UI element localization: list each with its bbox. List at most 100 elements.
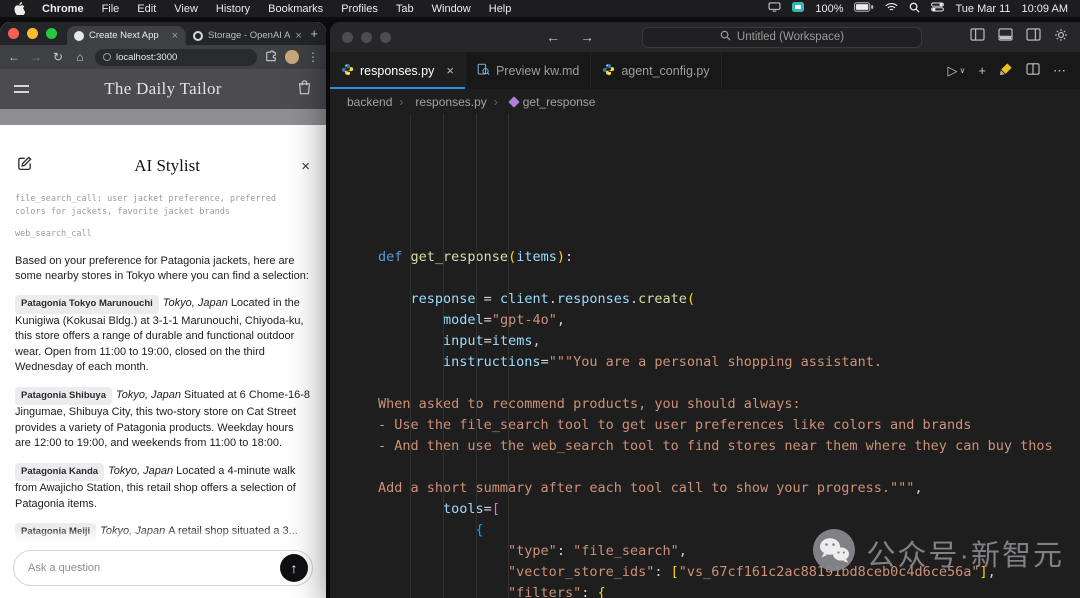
send-button[interactable]: ↑ <box>280 554 308 582</box>
close-window-button[interactable] <box>8 28 19 39</box>
address-bar[interactable]: localhost:3000 <box>95 49 257 66</box>
breadcrumb-symbol[interactable]: get_response <box>487 95 596 109</box>
store-badge[interactable]: Patagonia Tokyo Marunouchi <box>15 295 159 314</box>
zoom-window-button[interactable] <box>46 28 57 39</box>
compose-icon[interactable] <box>16 155 33 177</box>
more-actions-icon[interactable]: ⋯ <box>1053 63 1066 79</box>
tool-call-file-search: file_search_call: user jacket preference… <box>15 193 291 219</box>
extensions-icon[interactable] <box>265 50 277 65</box>
tab-label: responses.py <box>360 64 434 78</box>
dimmed-page-overlay <box>0 109 326 125</box>
gear-icon[interactable] <box>1054 28 1068 47</box>
breadcrumb-label: get_response <box>523 95 596 109</box>
menu-bookmarks[interactable]: Bookmarks <box>259 3 332 15</box>
breadcrumb-folder[interactable]: backend <box>347 95 392 109</box>
new-file-icon[interactable]: + <box>978 63 986 78</box>
apple-menu-icon[interactable] <box>12 2 33 15</box>
menu-help[interactable]: Help <box>480 3 521 15</box>
spotlight-search-icon[interactable] <box>909 2 920 16</box>
site-info-icon[interactable] <box>103 53 111 61</box>
code-area[interactable]: def get_response(items): response = clie… <box>330 114 1080 598</box>
nav-forward-icon[interactable]: → <box>580 29 594 45</box>
watermark-text: 公众号·新智元 <box>866 532 1064 574</box>
ask-question-input[interactable] <box>28 562 280 574</box>
menu-edit[interactable]: Edit <box>128 3 165 15</box>
profile-avatar[interactable] <box>285 50 299 64</box>
symbol-method-icon <box>508 96 519 107</box>
chevron-down-icon[interactable]: ∨ <box>960 66 966 75</box>
menu-profiles[interactable]: Profiles <box>332 3 387 15</box>
store-badge[interactable]: Patagonia Kanda <box>15 463 104 482</box>
openai-favicon <box>193 31 203 41</box>
vscode-titlebar: ← → Untitled (Workspace) <box>330 22 1080 52</box>
window-controls[interactable] <box>8 28 67 39</box>
python-icon <box>602 63 615 79</box>
menu-window[interactable]: Window <box>423 3 480 15</box>
store-recommendation: Patagonia ShibuyaTokyo, JapanSituated at… <box>15 387 311 452</box>
menubar-date[interactable]: Tue Mar 11 <box>955 3 1010 15</box>
site-title: The Daily Tailor <box>29 79 297 99</box>
breadcrumb: backend responses.py get_response <box>330 89 1080 114</box>
store-location: Tokyo, Japan <box>108 465 173 477</box>
menu-view[interactable]: View <box>165 3 207 15</box>
breadcrumb-label: backend <box>347 95 392 109</box>
chrome-menu-icon[interactable]: ⋮ <box>307 50 319 64</box>
back-button[interactable]: ← <box>7 50 21 64</box>
menu-file[interactable]: File <box>93 3 129 15</box>
browser-tab-create-next-app[interactable]: Create Next App × <box>67 26 185 45</box>
nav-back-icon[interactable]: ← <box>546 29 560 45</box>
arrow-up-icon: ↑ <box>291 560 298 576</box>
titlebar-layout-controls <box>970 28 1068 47</box>
forward-button[interactable]: → <box>29 50 43 64</box>
menu-tab[interactable]: Tab <box>387 3 423 15</box>
chrome-tabstrip: Create Next App × Storage - OpenAI A × + <box>0 22 326 45</box>
watermark: 公众号·新智元 <box>813 529 1064 576</box>
reload-button[interactable]: ↻ <box>51 50 65 64</box>
split-editor-icon[interactable] <box>1026 63 1040 78</box>
wifi-icon[interactable] <box>885 2 898 15</box>
store-location: Tokyo, Japan <box>163 297 228 309</box>
display-icon[interactable] <box>768 2 781 15</box>
battery-icon <box>854 2 874 15</box>
toggle-panel-layout-icon[interactable] <box>970 28 985 46</box>
command-center[interactable]: Untitled (Workspace) <box>642 27 922 48</box>
workspace-title: Untitled (Workspace) <box>737 31 844 43</box>
close-icon[interactable]: × <box>446 63 454 78</box>
toggle-secondary-sidebar-icon[interactable] <box>1026 28 1041 46</box>
close-icon[interactable]: × <box>301 158 310 175</box>
site-header: The Daily Tailor <box>0 69 326 109</box>
vscode-window: ← → Untitled (Workspace) responses.py × … <box>330 22 1080 598</box>
menu-history[interactable]: History <box>207 3 259 15</box>
hamburger-menu-icon[interactable] <box>14 85 29 92</box>
wechat-icon <box>813 529 855 576</box>
tab-responses-py[interactable]: responses.py × <box>330 52 466 89</box>
store-badge[interactable]: Patagonia Shibuya <box>15 387 112 406</box>
highlighter-icon[interactable] <box>999 62 1013 79</box>
new-tab-button[interactable]: + <box>302 26 326 41</box>
chat-messages[interactable]: file_search_call: user jacket preference… <box>0 185 326 542</box>
question-input-pill[interactable]: ↑ <box>13 550 313 586</box>
toggle-bottom-panel-icon[interactable] <box>998 28 1013 46</box>
control-center-icon[interactable] <box>931 2 944 15</box>
menu-chrome[interactable]: Chrome <box>33 3 93 15</box>
close-icon[interactable]: × <box>172 30 178 42</box>
search-icon <box>720 30 731 44</box>
tab-agent-config-py[interactable]: agent_config.py <box>591 52 721 89</box>
tab-preview-kw-md[interactable]: Preview kw.md <box>466 52 591 89</box>
breadcrumb-file[interactable]: responses.py <box>392 95 486 109</box>
tab-label: agent_config.py <box>621 64 709 78</box>
editor-tabbar: responses.py × Preview kw.md agent_confi… <box>330 52 1080 89</box>
markdown-preview-icon <box>477 63 490 79</box>
menubar-time[interactable]: 10:09 AM <box>1022 3 1068 15</box>
screen-record-icon[interactable] <box>792 2 804 15</box>
shopping-bag-icon[interactable] <box>297 79 312 100</box>
tool-call-web-search: web_search_call <box>15 228 291 241</box>
browser-tab-openai-storage[interactable]: Storage - OpenAI A × <box>185 26 302 45</box>
window-controls[interactable] <box>342 32 391 43</box>
close-icon[interactable]: × <box>295 30 301 42</box>
store-location: Tokyo, Japan <box>116 389 181 401</box>
run-python-file-button[interactable]: ▷ ∨ <box>948 63 966 79</box>
home-button[interactable]: ⌂ <box>73 50 87 64</box>
minimize-window-button[interactable] <box>27 28 38 39</box>
play-icon: ▷ <box>948 63 958 79</box>
